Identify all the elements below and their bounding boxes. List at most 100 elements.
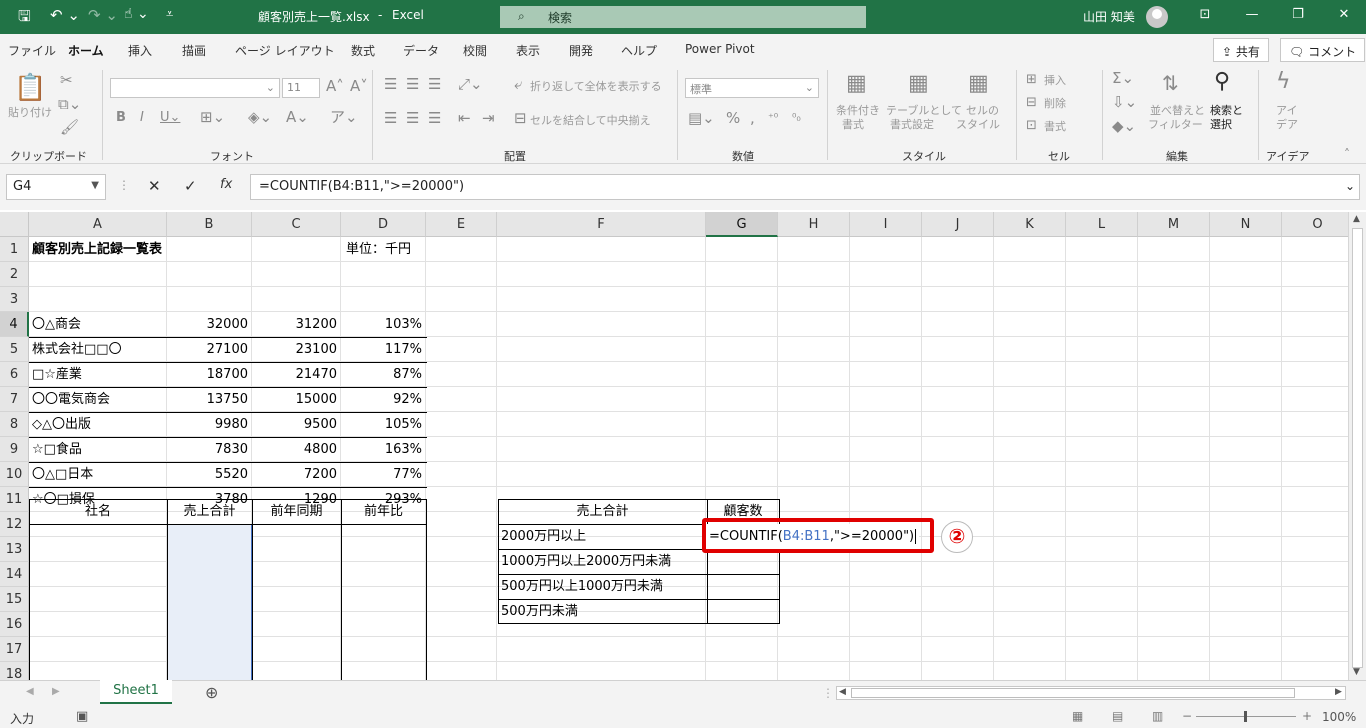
- collapse-ribbon-icon[interactable]: ˄: [1344, 146, 1350, 162]
- phonetic-icon[interactable]: ア⌄: [330, 109, 358, 125]
- cell-sales-total[interactable]: 9980: [167, 412, 251, 437]
- format-painter-icon[interactable]: 🖌: [60, 119, 79, 135]
- cell-company[interactable]: 〇△商会: [29, 312, 84, 337]
- tab-data[interactable]: データ: [403, 42, 439, 59]
- delete-cells-label[interactable]: 削除: [1044, 97, 1066, 111]
- column-header[interactable]: M: [1138, 212, 1210, 237]
- cell-yoy[interactable]: 293%: [341, 487, 425, 512]
- select-all-corner[interactable]: [0, 212, 29, 237]
- comma-icon[interactable]: ,: [750, 110, 755, 126]
- zoom-out-icon[interactable]: −: [1182, 709, 1192, 723]
- scroll-left-icon[interactable]: ◀: [839, 687, 846, 697]
- tab-power-pivot[interactable]: Power Pivot: [685, 42, 755, 56]
- row-header[interactable]: 14: [0, 562, 29, 587]
- avatar[interactable]: [1146, 6, 1168, 28]
- align-middle-icon[interactable]: ☰: [406, 76, 419, 92]
- column-header[interactable]: D: [341, 212, 426, 237]
- find-select-icon[interactable]: ⚲: [1214, 70, 1230, 94]
- unit-label[interactable]: 単位：千円: [343, 237, 414, 262]
- align-right-icon[interactable]: ☰: [428, 110, 441, 126]
- underline-icon[interactable]: U⌄: [160, 110, 180, 126]
- decrease-decimal-icon[interactable]: ⁰₀: [792, 110, 801, 126]
- column-header[interactable]: F: [497, 212, 706, 237]
- comment-button[interactable]: 🗨 コメント: [1280, 38, 1366, 62]
- row-header[interactable]: 5: [0, 337, 29, 362]
- zoom-slider-thumb[interactable]: [1244, 711, 1247, 722]
- add-sheet-icon[interactable]: ⊕: [205, 683, 218, 702]
- tab-draw[interactable]: 描画: [182, 42, 206, 59]
- align-center-icon[interactable]: ☰: [406, 110, 419, 126]
- font-color-icon[interactable]: A⌄: [286, 109, 309, 125]
- copy-icon[interactable]: ⧉⌄: [58, 96, 81, 112]
- horizontal-scrollbar[interactable]: ◀ ▶: [836, 686, 1346, 700]
- prev-sheet-icon[interactable]: ◀: [26, 686, 34, 697]
- row-header[interactable]: 15: [0, 587, 29, 612]
- cell-company[interactable]: ☆□食品: [29, 437, 85, 462]
- column-header[interactable]: O: [1282, 212, 1348, 237]
- paste-icon[interactable]: 📋: [14, 74, 46, 102]
- tab-home[interactable]: ホーム: [68, 42, 104, 59]
- cancel-entry-icon[interactable]: ✕: [148, 177, 161, 195]
- cell-prev-year[interactable]: 31200: [252, 312, 340, 337]
- row-header[interactable]: 9: [0, 437, 29, 462]
- row-header[interactable]: 6: [0, 362, 29, 387]
- column-header[interactable]: N: [1210, 212, 1282, 237]
- cell-yoy[interactable]: 77%: [341, 462, 425, 487]
- increase-decimal-icon[interactable]: ⁺⁰: [768, 110, 778, 126]
- column-header[interactable]: G: [706, 212, 778, 237]
- row-header[interactable]: 7: [0, 387, 29, 412]
- zoom-level[interactable]: 100%: [1322, 710, 1356, 724]
- accessibility-icon[interactable]: ▣: [76, 709, 88, 724]
- row-header[interactable]: 3: [0, 287, 29, 312]
- restore-icon[interactable]: ❐: [1288, 7, 1308, 22]
- autosum-icon[interactable]: Σ⌄: [1112, 70, 1134, 86]
- tab-developer[interactable]: 開発: [569, 42, 593, 59]
- column-header[interactable]: L: [1066, 212, 1138, 237]
- percent-icon[interactable]: %: [726, 110, 740, 126]
- summary-row-label[interactable]: 1000万円以上2000万円未満: [498, 549, 674, 574]
- align-bottom-icon[interactable]: ☰: [428, 76, 441, 92]
- merge-center-icon[interactable]: ⊟: [514, 110, 527, 126]
- ribbon-display-icon[interactable]: ⊡: [1195, 7, 1215, 22]
- format-cells-label[interactable]: 書式: [1044, 120, 1066, 134]
- format-table-icon[interactable]: ▦: [908, 72, 929, 96]
- fill-icon[interactable]: ⇩⌄: [1112, 94, 1137, 110]
- column-header[interactable]: H: [778, 212, 850, 237]
- customize-qat-icon[interactable]: ⩡: [166, 7, 173, 22]
- cell-sales-total[interactable]: 3780: [167, 487, 251, 512]
- scroll-up-icon[interactable]: ▲: [1353, 214, 1360, 224]
- tab-formulas[interactable]: 数式: [351, 42, 375, 59]
- cell-sales-total[interactable]: 5520: [167, 462, 251, 487]
- tab-view[interactable]: 表示: [516, 42, 540, 59]
- row-header[interactable]: 10: [0, 462, 29, 487]
- cell-prev-year[interactable]: 23100: [252, 337, 340, 362]
- ideas-icon[interactable]: ϟ: [1276, 70, 1291, 94]
- align-left-icon[interactable]: ☰: [384, 110, 397, 126]
- normal-view-icon[interactable]: ▦: [1072, 709, 1083, 723]
- summary-row-label[interactable]: 2000万円以上: [498, 524, 589, 549]
- cell-yoy[interactable]: 105%: [341, 412, 425, 437]
- touch-mode-icon[interactable]: ☝ ⌄: [124, 6, 149, 22]
- sheet-tab-sheet1[interactable]: Sheet1: [100, 680, 172, 704]
- confirm-entry-icon[interactable]: ✓: [184, 177, 197, 195]
- undo-icon[interactable]: ↶ ⌄: [50, 6, 80, 24]
- column-header[interactable]: C: [252, 212, 341, 237]
- cell-company[interactable]: 〇〇電気商会: [29, 387, 113, 412]
- cell-prev-year[interactable]: 4800: [252, 437, 340, 462]
- cell-yoy[interactable]: 92%: [341, 387, 425, 412]
- summary-row-label[interactable]: 500万円未満: [498, 599, 581, 624]
- page-layout-view-icon[interactable]: ▤: [1112, 709, 1123, 723]
- grow-font-icon[interactable]: A˄: [326, 78, 344, 94]
- scroll-down-icon[interactable]: ▼: [1353, 667, 1360, 677]
- tab-help[interactable]: ヘルプ: [621, 42, 657, 59]
- merge-center-label[interactable]: セルを結合して中央揃え: [530, 114, 651, 128]
- cell-company[interactable]: ◇△〇出版: [29, 412, 94, 437]
- formula-input[interactable]: =COUNTIF(B4:B11,">=20000") ⌄: [250, 174, 1360, 200]
- scroll-right-icon[interactable]: ▶: [1335, 687, 1342, 697]
- row-header[interactable]: 1: [0, 237, 29, 262]
- h-scroll-thumb[interactable]: [851, 688, 1295, 698]
- shrink-font-icon[interactable]: A˅: [350, 78, 368, 94]
- cell-styles-icon[interactable]: ▦: [968, 72, 989, 96]
- scroll-thumb[interactable]: [1352, 228, 1363, 668]
- cell-sales-total[interactable]: 13750: [167, 387, 251, 412]
